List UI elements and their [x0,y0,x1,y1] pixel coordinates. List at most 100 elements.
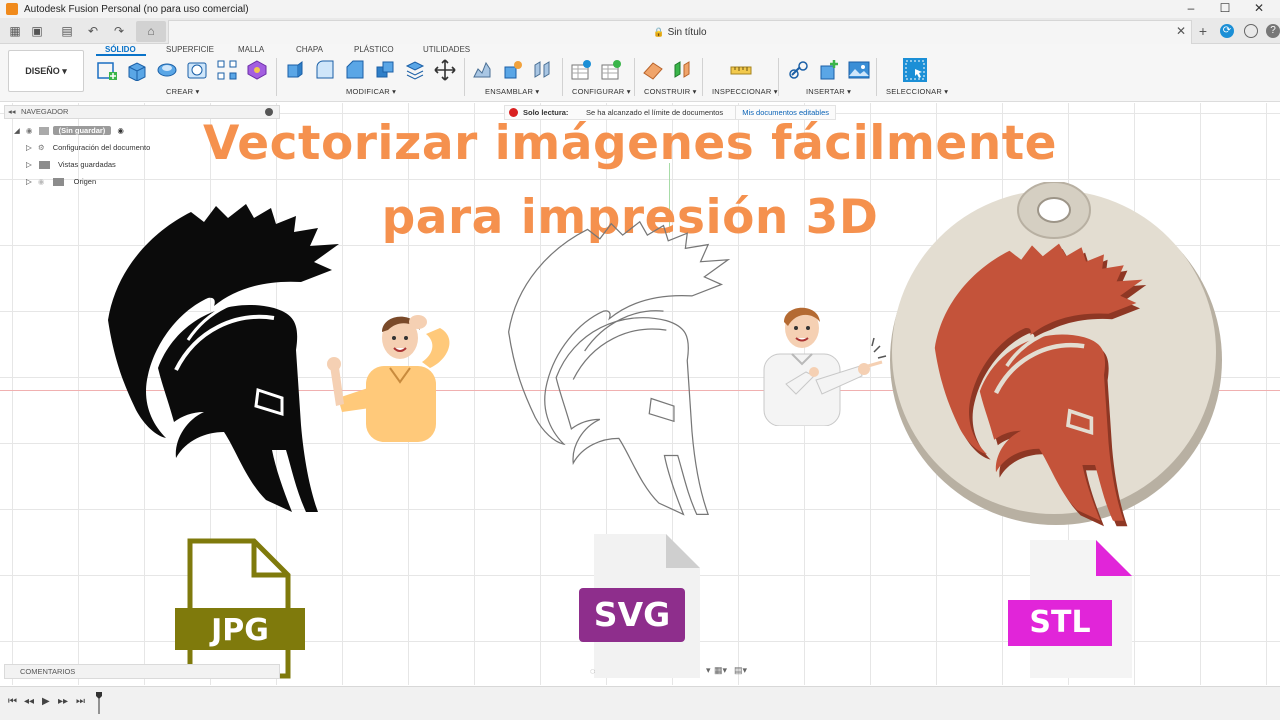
navigator-title: NAVEGADOR [21,107,69,116]
minimize-icon[interactable]: – [1176,0,1206,18]
spartan-helmet-outline [508,220,731,516]
group-select[interactable]: SELECCIONAR ▾ [886,87,948,96]
display-settings-icon[interactable]: ▾ [706,665,711,676]
new-component-icon[interactable] [472,59,494,81]
insert-canvas-icon[interactable] [848,59,870,81]
save-icon[interactable]: ▤ [58,22,76,40]
hole-icon[interactable] [186,59,208,81]
close-tab-icon[interactable]: ✕ [1176,24,1186,38]
divider [702,58,703,96]
folder-icon [38,161,50,170]
play-icon[interactable]: ▶ [42,696,50,707]
new-tab-icon[interactable]: + [1196,24,1210,38]
tab-solid[interactable]: SÓLIDO [105,45,136,54]
chamfer-icon[interactable] [344,59,366,81]
group-insert[interactable]: INSERTAR ▾ [806,87,851,96]
group-construct[interactable]: CONSTRUIR ▾ [644,87,697,96]
folder-icon [52,178,64,187]
navigator-item-origin[interactable]: ▷ ◉ Origen [26,175,96,189]
midplane-icon[interactable] [672,59,694,81]
visibility-icon[interactable]: ◉ [26,126,33,135]
clock-icon[interactable] [1244,24,1258,38]
headline-line-1: Vectorizar imágenes fácilmente [202,116,1058,171]
viewports-icon[interactable]: ▤▾ [734,665,747,676]
step-back-icon[interactable]: ◂◂ [24,696,34,707]
divider [562,58,563,96]
maximize-icon[interactable]: ☐ [1210,0,1240,18]
expand-icon[interactable]: ▷ [26,160,32,169]
home-icon[interactable]: ⌂ [136,21,166,42]
help-icon[interactable]: ? [1266,24,1280,38]
create-sketch-icon[interactable] [96,59,118,81]
keychain-3d-model [890,182,1222,527]
divider [634,58,635,96]
configure-rule-icon[interactable] [600,59,622,81]
expand-icon[interactable]: ◢ [14,126,20,135]
joint-icon[interactable] [502,59,524,81]
comments-panel[interactable]: COMENTARIOS [4,664,280,679]
lock-icon: 🔒 [653,27,665,37]
step-forward-icon[interactable]: ▸▸ [58,696,68,707]
tab-strip: ▦ ▣ ▤ ↶ ↷ ⌂ 🔒 Sin título ✕ + ⟳ ? [0,18,1280,44]
divider [778,58,779,96]
timeline-marker-icon[interactable] [96,692,102,714]
workspace-switcher[interactable]: DISEÑO ▾ [8,50,84,92]
navigator-item-saved-views[interactable]: ▷ Vistas guardadas [26,158,116,172]
workspace-label: DISEÑO [25,66,60,76]
press-pull-icon[interactable] [284,59,306,81]
tab-plastic[interactable]: PLÁSTICO [354,45,394,54]
close-icon[interactable]: ✕ [1244,0,1274,18]
jpg-file-icon [175,538,305,679]
app-grid-icon[interactable]: ▦ [6,22,24,40]
group-assemble[interactable]: ENSAMBLAR ▾ [485,87,539,96]
insert-link-icon[interactable] [788,59,810,81]
collapse-panel-icon[interactable]: ◂◂ [8,106,16,118]
divider [464,58,465,96]
tab-sheet-metal[interactable]: CHAPA [296,45,323,54]
group-inspect-label: INSPECCIONAR [712,87,772,96]
go-to-start-icon[interactable]: ⏮ [8,696,17,707]
document-tab[interactable]: 🔒 Sin título [168,20,1192,44]
shell-icon[interactable] [374,59,396,81]
gear-icon: ⚙ [37,143,45,152]
orbit-icon[interactable]: ◌ [590,666,595,676]
go-to-end-icon[interactable]: ⏭ [76,696,85,707]
root-label: (Sin guardar) [52,126,112,135]
create-form-icon[interactable] [246,59,268,81]
sync-icon[interactable]: ⟳ [1220,24,1234,38]
combine-icon[interactable] [404,59,426,81]
fusion-logo-icon [6,3,18,15]
fillet-icon[interactable] [314,59,336,81]
undo-icon[interactable]: ↶ [84,22,102,40]
select-icon[interactable] [902,57,928,83]
move-copy-icon[interactable] [434,59,456,81]
group-configure[interactable]: CONFIGURAR ▾ [572,87,631,96]
expand-icon[interactable]: ▷ [26,143,32,152]
grid-settings-icon[interactable]: ▦▾ [714,665,727,676]
as-built-joint-icon[interactable] [532,59,554,81]
group-configure-label: CONFIGURAR [572,87,625,96]
tab-mesh[interactable]: MALLA [238,45,264,54]
pattern-icon[interactable] [216,59,238,81]
navigator-item-label: Origen [73,177,97,186]
divider [276,58,277,96]
file-menu-icon[interactable]: ▣ [28,22,46,40]
insert-derive-icon[interactable] [818,59,840,81]
active-radio-icon[interactable]: ◉ [117,126,124,135]
group-create[interactable]: CREAR ▾ [166,87,200,96]
configure-table-icon[interactable] [570,59,592,81]
extrude-icon[interactable] [126,59,148,81]
group-inspect[interactable]: INSPECCIONAR ▾ [712,87,778,96]
navigator-root-row[interactable]: ◢ ◉ (Sin guardar) ◉ [14,124,124,138]
offset-plane-icon[interactable] [642,59,664,81]
measure-icon[interactable] [730,59,752,81]
visibility-off-icon[interactable]: ◉ [38,177,45,186]
redo-icon[interactable]: ↷ [110,22,128,40]
group-modify[interactable]: MODIFICAR ▾ [346,87,396,96]
navigator-item-settings[interactable]: ▷ ⚙ Configuración del documento [26,141,150,155]
tab-surface[interactable]: SUPERFICIE [166,45,214,54]
active-tab-indicator [96,54,146,56]
expand-icon[interactable]: ▷ [26,177,32,186]
revolve-icon[interactable] [156,59,178,81]
tab-utilities[interactable]: UTILIDADES [423,45,470,54]
